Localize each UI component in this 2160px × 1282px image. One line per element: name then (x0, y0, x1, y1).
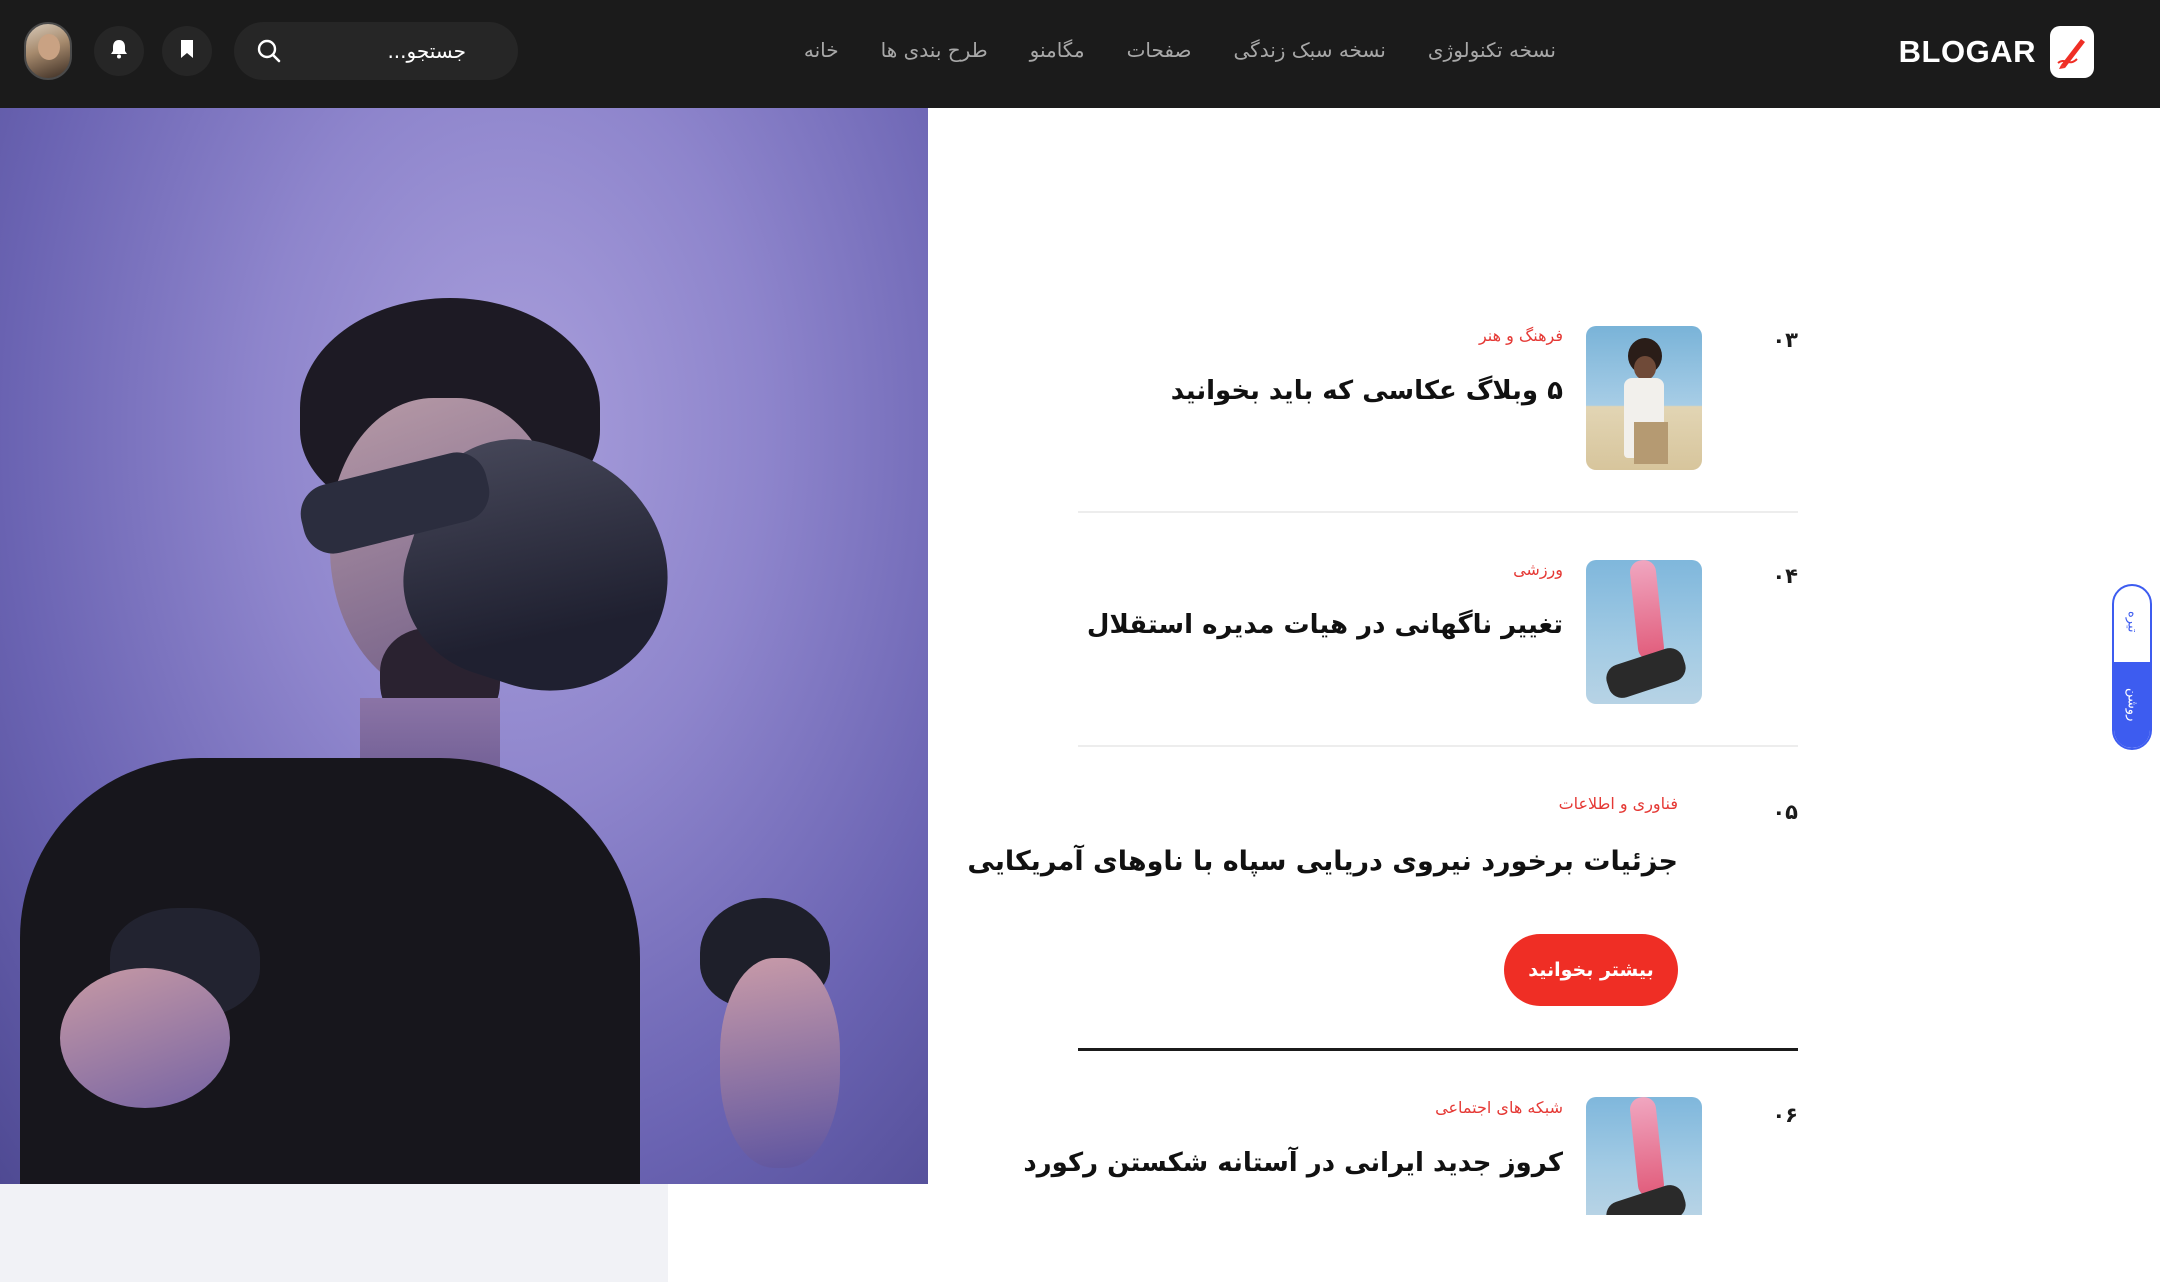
nav-megamenu[interactable]: مگامنو (1030, 30, 1085, 70)
avatar[interactable] (24, 22, 72, 80)
nav-lifestyle[interactable]: نسخه سبک زندگی (1234, 30, 1386, 70)
divider (1078, 511, 1798, 513)
theme-dark-option[interactable]: تیره (2114, 586, 2150, 658)
article-number: ۰۳ (1772, 328, 1798, 352)
read-more-button[interactable]: بیشتر بخوانید (1504, 934, 1678, 1006)
article-number: ۰۶ (1772, 1103, 1798, 1127)
search-icon[interactable] (256, 38, 282, 64)
bookmark-icon (179, 39, 195, 63)
main-nav: خانه طرح بندی ها مگامنو صفحات نسخه سبک ز… (804, 30, 1556, 70)
nav-pages[interactable]: صفحات (1127, 30, 1192, 70)
top-navbar: BLOGAR خانه طرح بندی ها مگامنو صفحات نسخ… (0, 0, 2160, 108)
article-category[interactable]: فرهنگ و هنر (1479, 326, 1563, 345)
search-box (234, 22, 518, 80)
article-title[interactable]: کروز جدید ایرانی در آستانه شکستن رکورد (1023, 1148, 1563, 1178)
notification-button[interactable] (94, 26, 144, 76)
hero-image-vr-man (0, 108, 928, 1184)
article-title[interactable]: ۵ وبلاگ عکاسی که باید بخوانید (1171, 376, 1563, 406)
bookmark-button[interactable] (162, 26, 212, 76)
divider-active (1078, 1048, 1798, 1051)
article-category[interactable]: شبکه های اجتماعی (1435, 1098, 1563, 1117)
article-title[interactable]: تغییر ناگهانی در هیات مدیره استقلال (1087, 610, 1563, 640)
article-category[interactable]: ورزشی (1513, 560, 1563, 579)
article-thumbnail[interactable] (1586, 1097, 1702, 1215)
divider (1078, 745, 1798, 747)
nav-layouts[interactable]: طرح بندی ها (881, 30, 988, 70)
article-title[interactable]: جزئیات برخورد نیروی دریایی سپاه با ناوها… (967, 846, 1678, 877)
theme-light-option[interactable]: روشن (2114, 662, 2150, 748)
article-category[interactable]: فناوری و اطلاعات (1559, 794, 1678, 813)
brand-logo[interactable]: BLOGAR (1899, 24, 2094, 80)
search-input[interactable] (286, 34, 466, 68)
brand-name: BLOGAR (1898, 34, 2036, 69)
section-background (0, 1184, 668, 1282)
theme-toggle[interactable]: تیره روشن (2112, 584, 2152, 750)
pen-logo-icon (2050, 26, 2094, 78)
bell-icon (110, 39, 128, 63)
article-thumbnail[interactable] (1586, 326, 1702, 470)
nav-technology[interactable]: نسخه تکنولوژی (1428, 30, 1556, 70)
nav-home[interactable]: خانه (804, 30, 839, 70)
article-number: ۰۵ (1772, 800, 1798, 824)
article-number: ۰۴ (1772, 564, 1798, 588)
article-thumbnail[interactable] (1586, 560, 1702, 704)
